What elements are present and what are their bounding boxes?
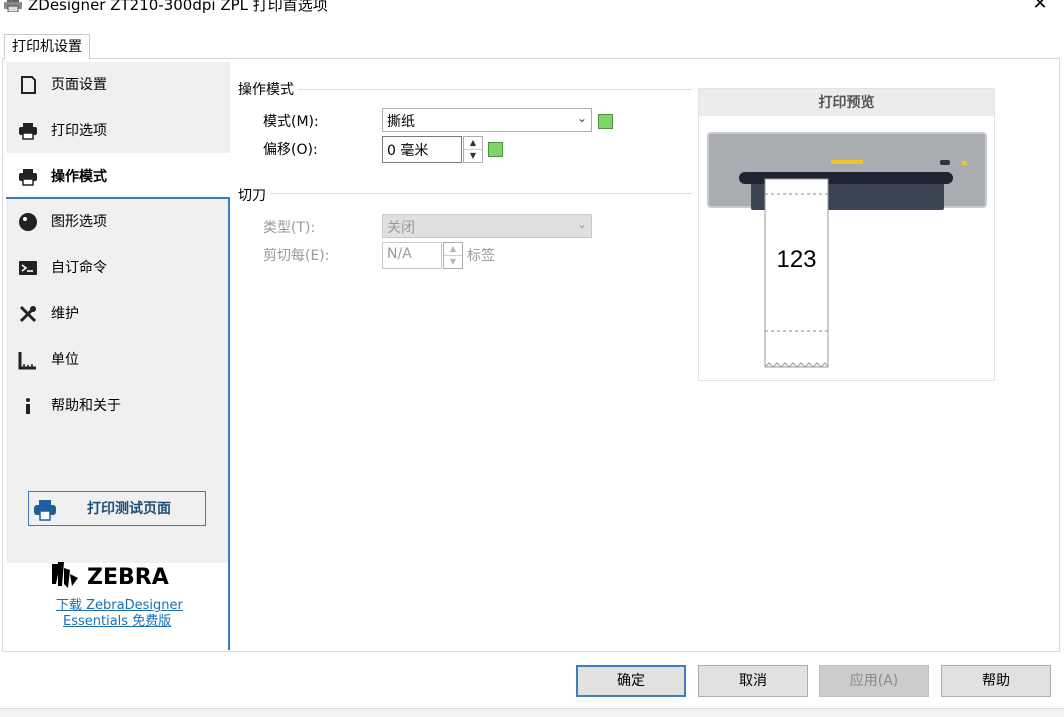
printer-preview-illustration [707,132,987,368]
spin-up-icon[interactable]: ▲ [444,243,462,256]
print-test-page-label: 打印测试页面 [87,501,171,517]
window-title: ZDesigner ZT210-300dpi ZPL 打印首选项 [28,0,328,14]
help-button[interactable]: 帮助 [941,665,1051,697]
sidebar-item-label: 打印选项 [51,123,107,139]
printer-icon [34,500,56,521]
sidebar-item-custom-commands[interactable]: 自订命令 [6,245,230,291]
mode-select[interactable]: 撕纸 ⌄ [382,108,592,132]
page-icon [21,76,36,94]
ok-button[interactable]: 确定 [576,665,686,697]
print-test-page-button[interactable]: 打印测试页面 [28,491,206,526]
cancel-button[interactable]: 取消 [698,665,808,697]
sidebar-item-label: 帮助和关于 [51,398,121,414]
status-indicator-green [598,114,613,129]
spin-down-icon[interactable]: ▼ [464,150,482,162]
graphics-icon [19,213,37,231]
mode-select-value: 撕纸 [387,114,415,130]
print-preview-title: 打印预览 [818,95,875,111]
spin-down-icon[interactable]: ▼ [444,256,462,268]
offset-spinner[interactable]: ▲ ▼ [463,136,483,163]
mode-label: 模式(M): [263,114,319,130]
download-link-line2[interactable]: Essentials 免费版 [63,610,171,629]
cutter-type-label: 类型(T): [263,220,316,236]
terminal-icon [19,261,37,275]
offset-label: 偏移(O): [263,142,318,158]
printer-icon [4,0,22,12]
sidebar-item-label: 图形选项 [51,214,107,230]
cut-every-input[interactable]: N/A [382,242,442,269]
tab-printer-settings[interactable]: 打印机设置 [4,34,90,59]
cut-every-value: N/A [387,246,412,262]
cutter-section-title: 切刀 [238,188,266,204]
sidebar-item-operation-mode[interactable]: 操作模式 [6,153,230,199]
operation-mode-section-title: 操作模式 [238,82,294,98]
sidebar-item-label: 维护 [51,306,79,322]
status-indicator-green [488,142,503,157]
close-button[interactable]: ✕ [1030,0,1050,14]
ruler-icon [18,352,36,370]
cutter-type-value: 关闭 [387,220,415,236]
sidebar-item-label: 单位 [51,352,79,368]
sidebar-item-print-options[interactable]: 打印选项 [6,108,230,154]
printer-icon [19,169,37,186]
sidebar-item-graphics-options[interactable]: 图形选项 [6,199,230,245]
chevron-down-icon: ⌄ [576,217,587,231]
info-icon [26,398,30,414]
sidebar-item-help-about[interactable]: 帮助和关于 [6,383,230,429]
spin-up-icon[interactable]: ▲ [464,137,482,150]
section-divider [298,89,692,90]
sidebar-item-label: 自订命令 [51,260,107,276]
offset-input[interactable]: 0 毫米 [382,136,462,163]
cut-every-label: 剪切每(E): [263,248,330,264]
sidebar-item-label: 操作模式 [51,169,107,185]
sidebar-item-page-setup[interactable]: 页面设置 [6,62,230,108]
tools-icon [19,305,37,323]
offset-input-value: 0 毫米 [387,143,429,159]
sidebar-item-units[interactable]: 单位 [6,337,230,383]
sidebar-item-label: 页面设置 [51,77,107,93]
cut-every-unit: 标签 [467,248,495,264]
preview-label-text: 123 [776,246,817,273]
cut-every-spinner[interactable]: ▲ ▼ [443,242,463,269]
sidebar-item-maintenance[interactable]: 维护 [6,291,230,337]
cutter-type-select[interactable]: 关闭 ⌄ [382,214,592,238]
zebra-logo: ZEBRA [52,562,169,590]
section-divider [270,193,692,194]
apply-button[interactable]: 应用(A) [819,665,929,697]
chevron-down-icon: ⌄ [576,111,587,125]
printer-icon [19,123,37,140]
svg-text:ZEBRA: ZEBRA [87,565,169,590]
